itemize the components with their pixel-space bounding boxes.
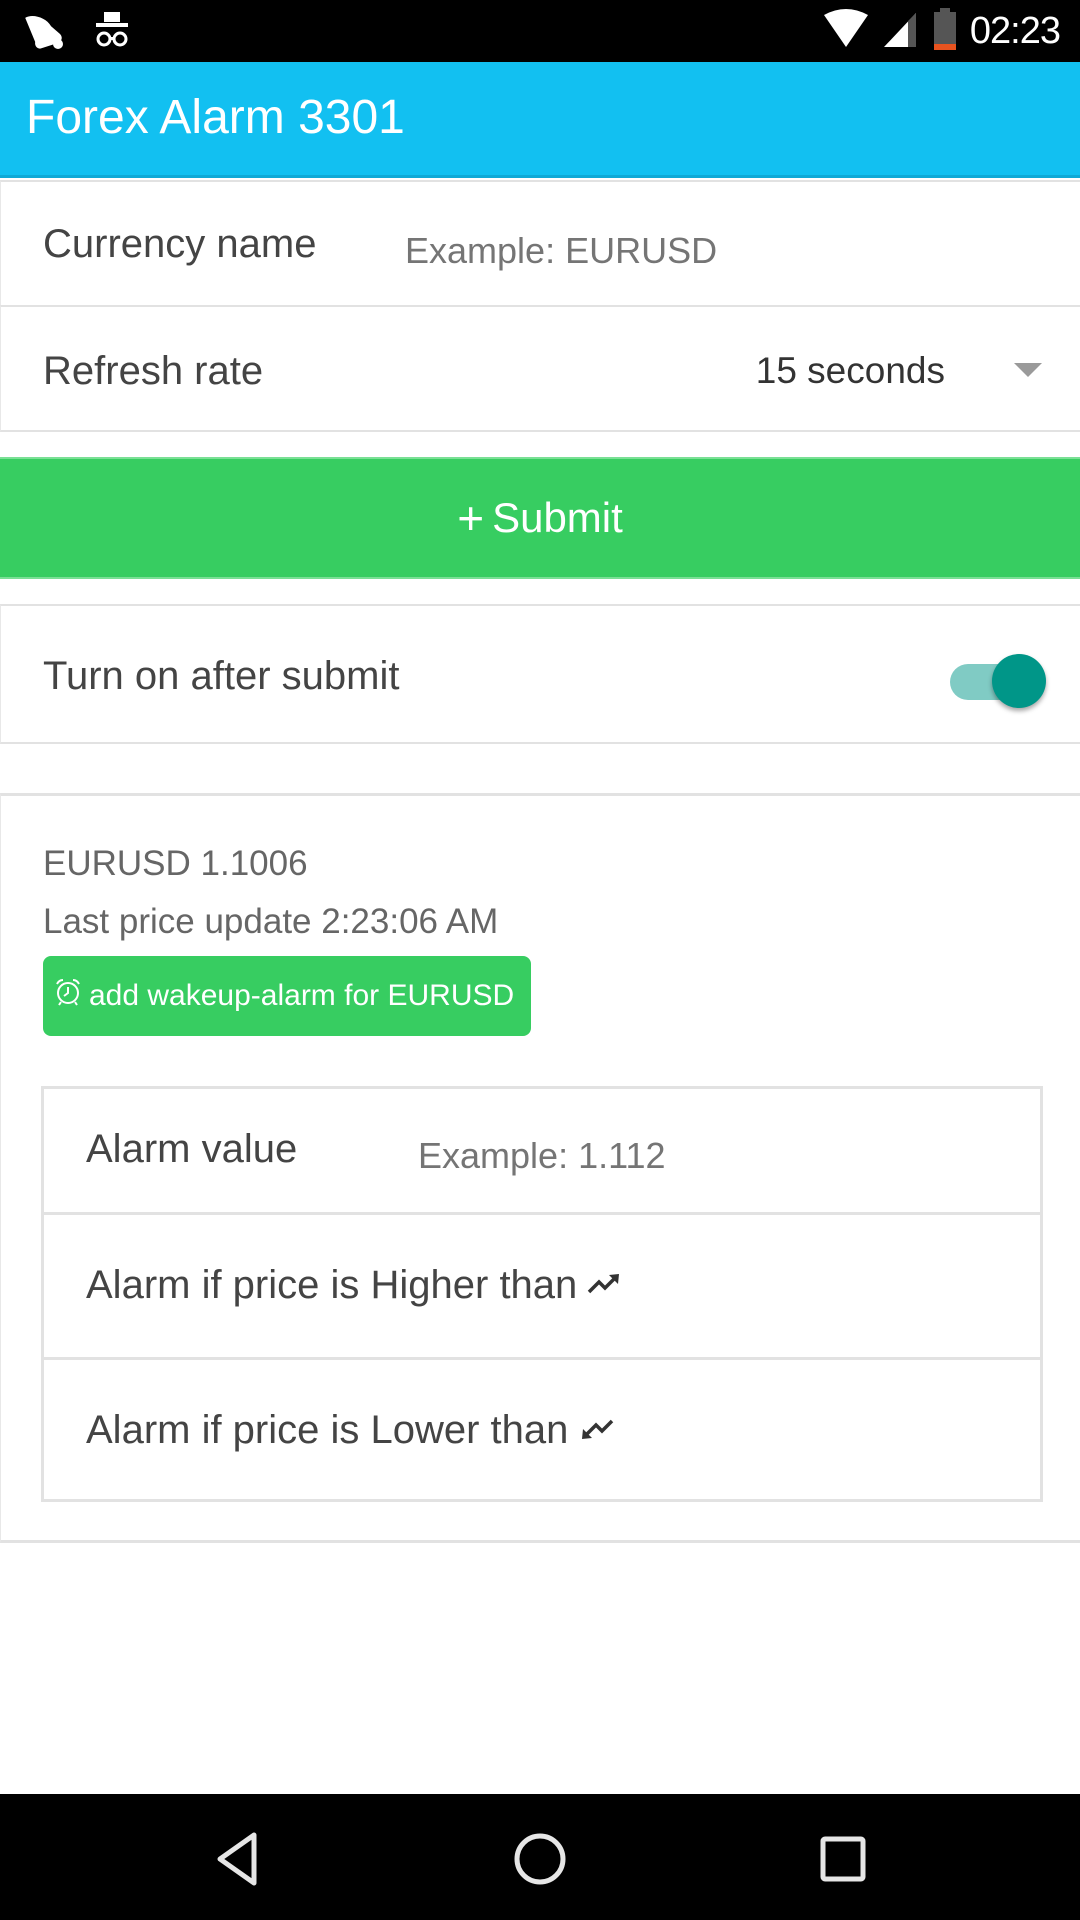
navigation-bar [0, 1794, 1080, 1920]
refresh-rate-label: Refresh rate [43, 349, 264, 393]
turn-on-after-submit-toggle[interactable] [950, 654, 1046, 710]
turn-on-after-submit-label: Turn on after submit [43, 654, 400, 698]
alarm-value-label: Alarm value [86, 1127, 298, 1171]
turn-on-after-submit-row: Turn on after submit [0, 604, 1080, 744]
alarm-lower-than-option[interactable]: Alarm if price is Lower than [86, 1408, 614, 1453]
toggle-thumb [992, 654, 1046, 708]
status-bar: 02:23 [0, 0, 1080, 62]
submit-button[interactable]: + Submit [0, 457, 1080, 579]
quote-card: EURUSD 1.1006 Last price update 2:23:06 … [0, 793, 1080, 1543]
trending-down-icon [578, 1408, 614, 1453]
submit-label: Submit [492, 494, 623, 541]
alarm-higher-than-row[interactable]: Alarm if price is Higher than [44, 1215, 1040, 1360]
incognito-icon [90, 8, 134, 57]
alarm-higher-than-option[interactable]: Alarm if price is Higher than [86, 1263, 623, 1308]
back-button[interactable] [202, 1824, 272, 1894]
battery-icon [932, 7, 958, 56]
trending-up-icon [587, 1263, 623, 1308]
alarm-lower-than-row[interactable]: Alarm if price is Lower than [44, 1360, 1040, 1502]
signal-icon [882, 9, 920, 54]
wifi-icon [822, 8, 870, 54]
alarm-lower-than-label: Alarm if price is Lower than [86, 1408, 569, 1452]
app-title: Forex Alarm 3301 [26, 91, 405, 144]
chevron-down-icon[interactable] [1014, 363, 1042, 377]
alarm-value-input[interactable] [418, 1131, 1018, 1181]
refresh-rate-row[interactable]: Refresh rate 15 seconds [0, 305, 1080, 432]
recents-button[interactable] [808, 1824, 878, 1894]
add-wakeup-alarm-label: add wakeup-alarm for EURUSD [89, 979, 515, 1012]
alarm-settings-table: Alarm value Alarm if price is Higher tha… [41, 1086, 1043, 1502]
back-icon [217, 1832, 257, 1886]
home-button[interactable] [505, 1824, 575, 1894]
alarm-higher-than-label: Alarm if price is Higher than [86, 1263, 578, 1307]
app-bar: Forex Alarm 3301 [0, 62, 1080, 178]
add-wakeup-alarm-button[interactable]: add wakeup-alarm for EURUSD [43, 956, 531, 1036]
status-time: 02:23 [969, 9, 1061, 52]
home-icon [514, 1833, 566, 1885]
refresh-rate-select[interactable]: 15 seconds [756, 350, 945, 392]
currency-name-label: Currency name [43, 222, 317, 266]
recents-icon [820, 1836, 866, 1882]
plus-icon: + [457, 492, 485, 544]
alarm-value-row: Alarm value [44, 1089, 1040, 1215]
current-price: EURUSD 1.1006 [43, 844, 308, 883]
currency-name-row: Currency name [0, 180, 1080, 307]
notification-bell-icon [24, 8, 68, 57]
currency-name-input[interactable] [405, 226, 1045, 276]
last-price-update: Last price update 2:23:06 AM [43, 902, 499, 941]
alarm-clock-icon [53, 977, 83, 1015]
